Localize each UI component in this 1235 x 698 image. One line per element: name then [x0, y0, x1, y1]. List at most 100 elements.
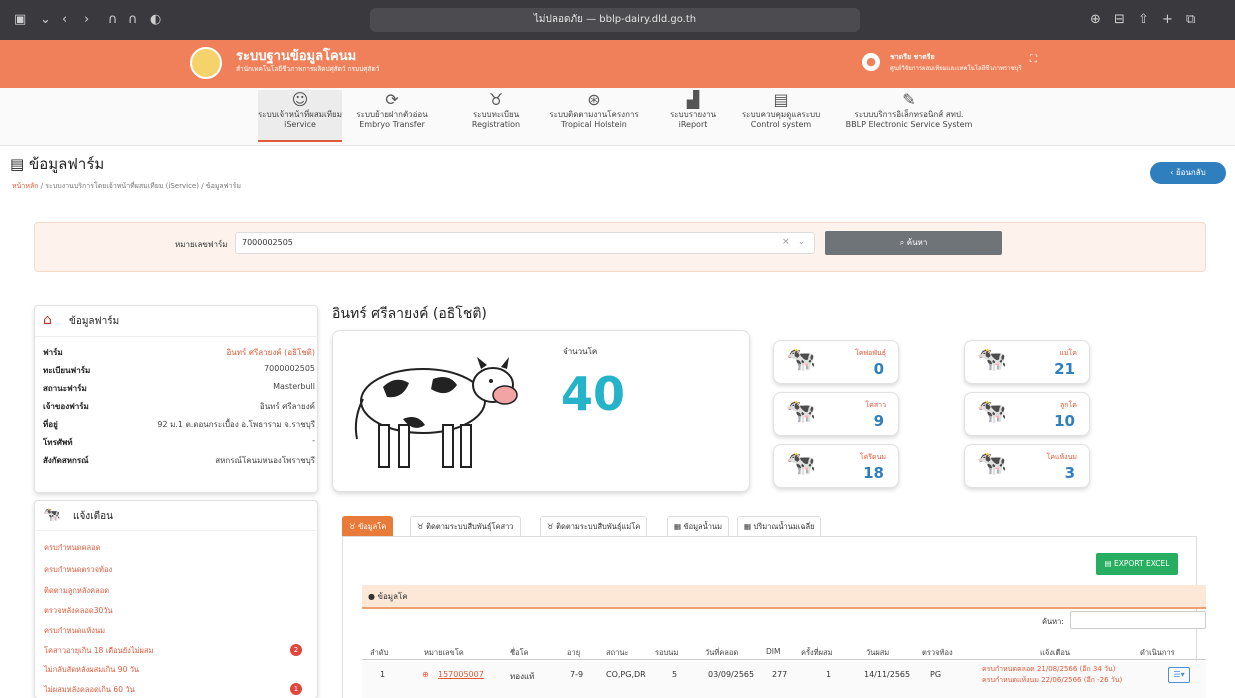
alert-no-heat-90[interactable]: ไม่กลับสัดหลังผสมเกิน 90 วัน [44, 664, 139, 676]
farm-panel-title: ข้อมูลฟาร์ม [69, 316, 120, 327]
site-title: ระบบฐานข้อมูลโคนม [236, 49, 357, 64]
breadcrumb-iservice[interactable]: ระบบงานบริการโดยเจ้าหน้าที่ผสมเทียม (iSe… [45, 182, 199, 190]
nav-registration[interactable]: ♉ ระบบทะเบียน Registration [460, 90, 532, 142]
tab-overview-icon[interactable]: ⧉ [1186, 12, 1195, 27]
sidebar-toggle-icon[interactable]: ▣ [14, 12, 26, 27]
alert-badge: 2 [290, 644, 302, 656]
row-action-dropdown[interactable]: ☰▾ [1168, 667, 1190, 683]
cell-lactation: 5 [672, 670, 678, 679]
list-icon: ☰▾ [1173, 670, 1185, 679]
stat-heifers[interactable]: 🐄 โคสาว 9 [773, 392, 899, 436]
col-cow-name[interactable]: ชื่อโค [510, 647, 529, 659]
col-breeding-times[interactable]: ครั้งที่ผสม [801, 647, 833, 659]
alert-postpartum-30[interactable]: ตรวจหลังคลอด30วัน [44, 605, 113, 617]
alert-calf-followup[interactable]: ติดตามลูกหลังคลอด [44, 585, 109, 597]
alert-badge: 1 [290, 683, 302, 695]
cell-alert-dry: ครบกำหนดแห้งนม 22/06/2566 (อีก -26 วัน) [982, 676, 1123, 684]
nav-ireport[interactable]: ▟ ระบบรายงาน iReport [660, 90, 726, 142]
alert-dry-off[interactable]: ครบกำหนดแห้งนม [44, 625, 105, 637]
chevron-down-icon[interactable]: ⌄ [40, 12, 51, 27]
breadcrumb-current: ข้อมูลฟาร์ม [205, 182, 241, 190]
extension-icon[interactable]: ∩ [108, 12, 118, 27]
stat-cows[interactable]: 🐄 แม่โค 21 [964, 340, 1090, 384]
cell-dim: 277 [772, 670, 788, 679]
back-arrow-icon[interactable]: ‹ [62, 12, 67, 27]
col-breeding-date[interactable]: วันผสม [866, 647, 889, 659]
stat-dry[interactable]: 🐄 โคแห้งนม 3 [964, 444, 1090, 488]
alert-heifer-18m[interactable]: โคสาวอายุเกิน 18 เดือนยังไม่ผสม [44, 645, 153, 657]
expand-icon[interactable]: ⛶ [1030, 54, 1037, 65]
nav-embryo-transfer[interactable]: ⟳ ระบบย้ายฝากตัวอ่อน Embryo Transfer [348, 90, 436, 142]
barn-icon: ⌂ [43, 312, 52, 328]
breadcrumb-home[interactable]: หน้าหลัก [12, 182, 38, 190]
col-lactation[interactable]: รอบนม [655, 647, 678, 659]
col-no[interactable]: ลำดับ [370, 647, 388, 659]
share-icon[interactable]: ⇧ [1138, 12, 1149, 27]
cow-link-icon[interactable]: ⊕ [422, 670, 429, 679]
cow-icon: ♉ [349, 522, 359, 531]
farm-number-select[interactable]: 7000002505 × ⌄ [235, 232, 815, 254]
total-cattle-label: จำนวนโค [563, 347, 598, 356]
print-icon[interactable]: ⊟ [1114, 12, 1125, 27]
nav-control-system[interactable]: ▤ ระบบควบคุมดูแลระบบ Control system [736, 90, 826, 142]
farm-row-reg: ทะเบียนฟาร์ม 7000002505 [43, 364, 315, 375]
total-cattle-count: 40 [561, 367, 626, 421]
alert-not-bred-60[interactable]: ไม่ผสมหลังคลอดเกิน 60 วัน [44, 684, 135, 696]
cow-icon: ♉ [547, 522, 557, 531]
doctor-icon: ☺ [291, 90, 309, 109]
stat-milking[interactable]: 🐄 โครีดนม 18 [773, 444, 899, 488]
col-alert[interactable]: แจ้งเตือน [1040, 647, 1070, 659]
col-status[interactable]: สถานะ [606, 647, 629, 659]
cow-icon: 🐄 [977, 345, 1007, 373]
site-header: ระบบฐานข้อมูลโคนม สำนักเทคโนโลยีชีวภาพกา… [0, 40, 1235, 88]
download-icon[interactable]: ⊕ [1090, 12, 1101, 27]
shield-icon[interactable]: ◐ [150, 12, 161, 27]
dry-cow-icon: 🐄 [977, 449, 1007, 477]
tab-cow-repro[interactable]: ♉ ติดตามระบบสืบพันธุ์แม่โค [540, 516, 648, 536]
browser-toolbar: ▣ ⌄ ‹ › ∩ ∩ ◐ ไม่ปลอดภัย — bblp-dairy.dl… [0, 0, 1235, 40]
holstein-icon: ⊛ [587, 90, 601, 109]
cell-age: 7-9 [570, 670, 584, 679]
tab-milk-data[interactable]: ▦ ข้อมูลน้ำนม [667, 516, 730, 536]
col-cow-id[interactable]: หมายเลขโค [424, 647, 464, 659]
extension-icon-2[interactable]: ∩ [128, 12, 138, 27]
export-excel-button[interactable]: ▤ EXPORT EXCEL [1096, 553, 1178, 575]
alert-due-preg-check[interactable]: ครบกำหนดตรวจท้อง [44, 564, 112, 576]
col-action[interactable]: ดำเนินการ [1140, 647, 1175, 659]
nav-tropical-holstein[interactable]: ⊛ ระบบติดตามงานโครงการ Tropical Holstein [546, 90, 642, 142]
search-button[interactable]: ⌕ ค้นหา [825, 231, 1002, 255]
cell-no: 1 [380, 670, 386, 679]
back-button[interactable]: ‹ ย้อนกลับ [1150, 162, 1226, 184]
nav-bblp-eservice[interactable]: ✎ ระบบบริการอิเล็กทรอนิกส์ สทป. BBLP Elect… [836, 90, 982, 142]
cell-calving-date: 03/09/2565 [708, 670, 755, 679]
stat-breeding-bull[interactable]: 🐄 โคพ่อพันธุ์ 0 [773, 340, 899, 384]
section-header: ● ข้อมูลโค [362, 585, 1206, 609]
cell-cow-id-link[interactable]: 157005007 [438, 670, 484, 679]
col-dim[interactable]: DIM [766, 647, 780, 656]
tab-cattle-info[interactable]: ♉ ข้อมูลโค [342, 516, 394, 536]
user-avatar[interactable]: ● [862, 53, 880, 71]
tab-avg-milk[interactable]: ▦ ปริมาณน้ำนมเฉลี่ย [737, 516, 822, 536]
tab-heifer-repro[interactable]: ♉ ติดตามระบบสืบพันธุ์โคสาว [410, 516, 521, 536]
farm-row-owner: เจ้าของฟาร์ม อินทร์ ศรีลายงค์ [43, 402, 315, 411]
alert-due-calving[interactable]: ครบกำหนดคลอด [44, 542, 101, 554]
nav-iservice[interactable]: ☺ ระบบเจ้าหน้าที่ผสมเทียม iService [258, 90, 342, 142]
new-tab-icon[interactable]: + [1162, 12, 1173, 27]
page-title: ▤ ข้อมูลฟาร์ม [10, 155, 105, 173]
farm-number-label: หมายเลขฟาร์ม [175, 240, 228, 249]
address-bar[interactable]: ไม่ปลอดภัย — bblp-dairy.dld.go.th [370, 8, 860, 32]
col-age[interactable]: อายุ [567, 647, 580, 659]
forward-arrow-icon[interactable]: › [84, 12, 89, 27]
table-search-input[interactable] [1070, 611, 1206, 629]
chevron-down-icon[interactable]: ⌄ [798, 237, 805, 246]
module-nav: ☺ ระบบเจ้าหน้าที่ผสมเทียม iService ⟳ ระบบย้… [0, 88, 1235, 146]
col-preg-check[interactable]: ตรวจท้อง [922, 647, 953, 659]
dld-logo [190, 47, 222, 79]
info-icon: ● [368, 592, 378, 601]
breadcrumb: หน้าหลัก / ระบบงานบริการโดยเจ้าหน้าที่ผส… [12, 182, 241, 190]
stat-calves[interactable]: 🐄 ลูกโค 10 [964, 392, 1090, 436]
farm-row-phone: โทรศัพท์ - [43, 436, 315, 447]
clear-icon[interactable]: × [782, 237, 790, 247]
farm-info-panel: ⌂ ข้อมูลฟาร์ม ฟาร์ม อินทร์ ศรีลายงค์ (อธิ… [34, 305, 319, 493]
col-calving-date[interactable]: วันที่คลอด [705, 647, 738, 659]
